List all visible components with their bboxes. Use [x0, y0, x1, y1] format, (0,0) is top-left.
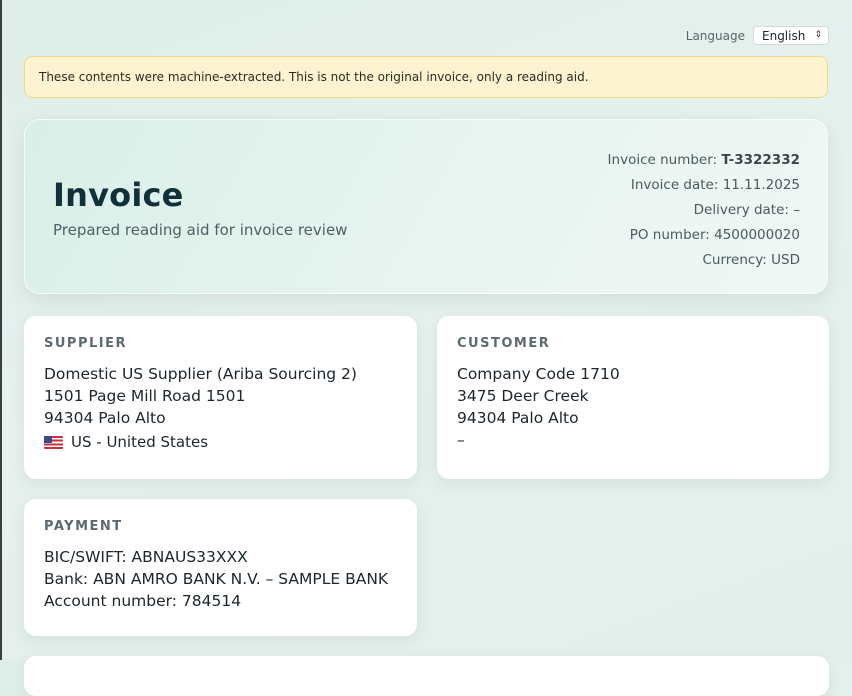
notice-text: These contents were machine-extracted. T… [39, 70, 589, 84]
customer-card: CUSTOMER Company Code 1710 3475 Deer Cre… [437, 316, 829, 479]
next-section-card [24, 656, 829, 696]
invoice-number-label: Invoice number: [607, 152, 722, 168]
language-bar: Language English ⇕ [686, 26, 829, 45]
customer-city: 94304 Palo Alto [457, 409, 579, 427]
delivery-date: Delivery date: – [693, 202, 800, 218]
supplier-city: 94304 Palo Alto [44, 409, 166, 427]
po-number: PO number: 4500000020 [629, 227, 800, 243]
supplier-card: SUPPLIER Domestic US Supplier (Ariba Sou… [24, 316, 417, 479]
payment-card: PAYMENT BIC/SWIFT: ABNAUS33XXX Bank: ABN… [24, 499, 417, 636]
supplier-street: 1501 Page Mill Road 1501 [44, 387, 246, 405]
payment-bank: Bank: ABN AMRO BANK N.V. – SAMPLE BANK [44, 570, 389, 588]
language-label: Language [685, 28, 745, 43]
machine-extracted-notice: These contents were machine-extracted. T… [24, 56, 828, 98]
supplier-country: US - United States [44, 433, 397, 451]
us-flag-icon [44, 435, 63, 449]
currency: Currency: USD [702, 252, 800, 268]
supplier-heading: SUPPLIER [44, 336, 127, 351]
chevron-updown-icon: ⇕ [814, 30, 822, 40]
payment-account: Account number: 784514 [44, 592, 242, 610]
payment-heading: PAYMENT [44, 519, 123, 534]
invoice-number-row: Invoice number: T-3322332 [608, 148, 800, 173]
supplier-country-text: US - United States [71, 433, 209, 451]
page-title: Invoice [53, 176, 184, 214]
customer-name: Company Code 1710 [457, 365, 620, 383]
invoice-meta: Invoice number: T-3322332 Invoice date: … [608, 148, 800, 273]
supplier-name: Domestic US Supplier (Ariba Sourcing 2) [44, 365, 357, 383]
customer-country: – [457, 431, 465, 449]
invoice-number-value: T-3322332 [721, 152, 800, 168]
invoice-header-card: Invoice Prepared reading aid for invoice… [24, 119, 828, 294]
invoice-date: Invoice date: 11.11.2025 [630, 177, 800, 193]
language-select[interactable]: English ⇕ [753, 26, 829, 45]
customer-street: 3475 Deer Creek [457, 387, 589, 405]
payment-bic: BIC/SWIFT: ABNAUS33XXX [44, 548, 248, 566]
window-edge [0, 0, 2, 660]
page-subtitle: Prepared reading aid for invoice review [53, 221, 348, 239]
language-selected-value: English [762, 28, 806, 43]
customer-heading: CUSTOMER [457, 336, 551, 351]
